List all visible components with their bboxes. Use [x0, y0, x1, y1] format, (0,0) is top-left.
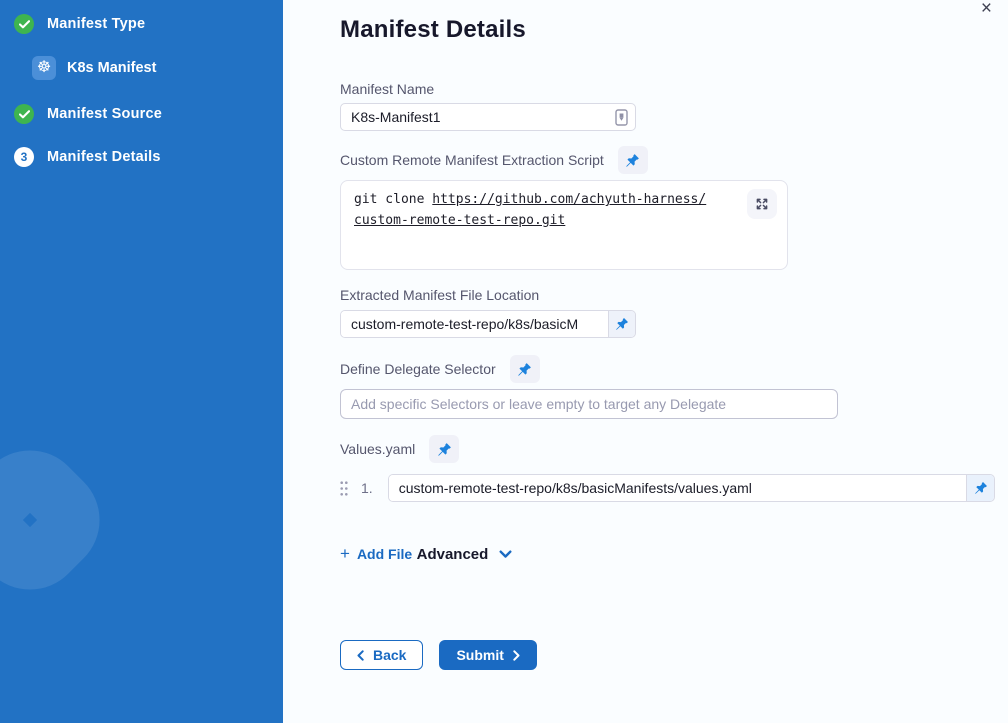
delegate-label-row: Define Delegate Selector	[340, 355, 1008, 383]
kubernetes-icon: ☸	[32, 56, 56, 80]
harness-logo-watermark	[0, 428, 122, 612]
script-url-text: custom-remote-test-repo.git	[354, 213, 565, 228]
runtime-input-pin-button[interactable]	[966, 475, 994, 501]
back-button-label: Back	[373, 647, 406, 663]
add-file-button[interactable]: + Add File	[340, 545, 412, 562]
check-circle-icon	[14, 104, 34, 124]
runtime-input-pin-button[interactable]	[618, 146, 648, 174]
sidebar-item-k8s-manifest[interactable]: ☸ K8s Manifest	[32, 56, 269, 80]
form-content: Manifest Details Manifest Name Custom Re…	[283, 0, 1008, 670]
script-command-text: git clone	[354, 192, 432, 207]
chevron-down-icon	[499, 550, 512, 559]
file-location-group	[340, 310, 636, 338]
submit-button[interactable]: Submit	[439, 640, 536, 670]
values-yaml-label: Values.yaml	[340, 441, 415, 457]
plus-icon: +	[340, 545, 350, 562]
check-circle-icon	[14, 14, 34, 34]
step-manifest-details[interactable]: 3 Manifest Details	[14, 147, 269, 167]
file-location-label: Extracted Manifest File Location	[340, 287, 1008, 303]
expand-editor-button[interactable]	[747, 189, 777, 219]
runtime-input-pin-button[interactable]	[608, 311, 635, 337]
script-label-row: Custom Remote Manifest Extraction Script	[340, 146, 1008, 174]
back-button[interactable]: Back	[340, 640, 423, 670]
advanced-label: Advanced	[417, 546, 489, 563]
values-label-row: Values.yaml	[340, 435, 1008, 463]
manifest-name-label: Manifest Name	[340, 81, 1008, 97]
close-icon[interactable]: ×	[981, 0, 992, 21]
manifest-name-wrap	[340, 103, 636, 131]
runtime-input-pin-button[interactable]	[429, 435, 459, 463]
file-location-input[interactable]	[341, 311, 608, 337]
advanced-toggle[interactable]: Advanced	[417, 546, 513, 563]
values-file-group	[388, 474, 995, 502]
wizard-steps: Manifest Type ☸ K8s Manifest Manifest So…	[0, 0, 283, 167]
k8s-manifest-label: K8s Manifest	[67, 60, 156, 76]
file-row-index: 1.	[361, 480, 373, 496]
drag-handle-icon[interactable]	[340, 481, 348, 496]
values-file-row: 1.	[340, 474, 995, 502]
step-number-badge: 3	[14, 147, 34, 167]
editable-text-icon	[615, 109, 628, 126]
manifest-name-input[interactable]	[340, 103, 636, 131]
add-file-label: Add File	[357, 546, 412, 562]
script-url-text: https://github.com/achyuth-harness/	[432, 192, 706, 207]
harness-logo-watermark	[0, 568, 2, 723]
step-label: Manifest Source	[47, 106, 162, 122]
manifest-details-panel: × Manifest Details Manifest Name Custom …	[283, 0, 1008, 723]
wizard-actions: Back Submit	[340, 640, 1008, 670]
step-manifest-source[interactable]: Manifest Source	[14, 104, 269, 124]
submit-button-label: Submit	[456, 647, 503, 663]
extraction-script-editor[interactable]: git clone https://github.com/achyuth-har…	[340, 180, 788, 270]
values-file-input[interactable]	[389, 475, 966, 501]
delegate-selector-input[interactable]	[340, 389, 838, 419]
step-label: Manifest Details	[47, 149, 161, 165]
chevron-left-icon	[357, 650, 364, 661]
delegate-selector-label: Define Delegate Selector	[340, 361, 496, 377]
script-label: Custom Remote Manifest Extraction Script	[340, 152, 604, 168]
step-manifest-type[interactable]: Manifest Type	[14, 14, 269, 34]
page-title: Manifest Details	[340, 16, 1008, 44]
chevron-right-icon	[513, 650, 520, 661]
step-label: Manifest Type	[47, 16, 145, 32]
wizard-sidebar: Manifest Type ☸ K8s Manifest Manifest So…	[0, 0, 283, 723]
runtime-input-pin-button[interactable]	[510, 355, 540, 383]
